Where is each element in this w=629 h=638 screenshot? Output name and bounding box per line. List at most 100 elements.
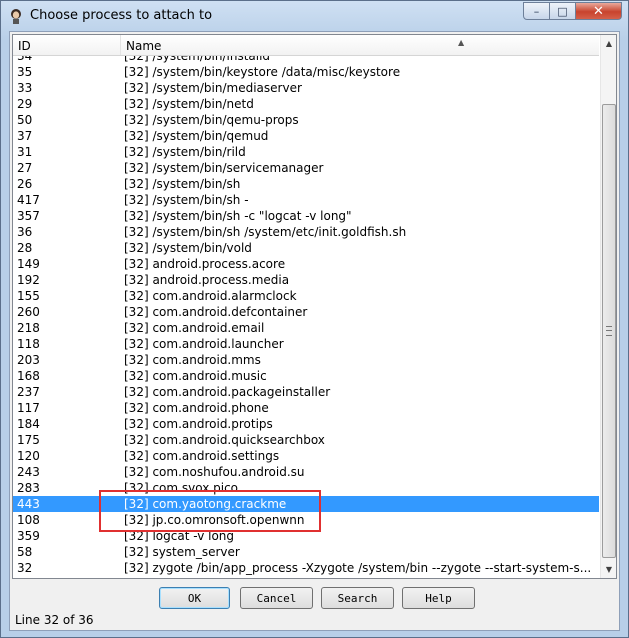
- table-row[interactable]: 243 [32] com.noshufou.android.su: [13, 464, 599, 480]
- row-name: [32] zygote /bin/app_process -Xzygote /s…: [124, 561, 592, 575]
- table-row[interactable]: 359 [32] logcat -v long: [13, 528, 599, 544]
- table-row[interactable]: 27 [32] /system/bin/servicemanager: [13, 160, 599, 176]
- scroll-up-icon[interactable]: ▲: [601, 35, 616, 52]
- row-name: [32] com.android.packageinstaller: [124, 385, 331, 399]
- row-id: 35: [17, 65, 33, 79]
- table-row[interactable]: 50 [32] /system/bin/qemu-props: [13, 112, 599, 128]
- row-id: 357: [17, 209, 40, 223]
- table-row[interactable]: 218 [32] com.android.email: [13, 320, 599, 336]
- row-id: 237: [17, 385, 40, 399]
- table-row[interactable]: 37 [32] /system/bin/qemud: [13, 128, 599, 144]
- table-row[interactable]: 35 [32] /system/bin/keystore /data/misc/k…: [13, 64, 599, 80]
- table-row[interactable]: 192 [32] android.process.media: [13, 272, 599, 288]
- row-id: 168: [17, 369, 40, 383]
- row-name: [32] com.noshufou.android.su: [124, 465, 305, 479]
- row-id: 58: [17, 545, 33, 559]
- row-name: [32] com.android.alarmclock: [124, 289, 297, 303]
- minimize-button[interactable]: –: [523, 2, 550, 20]
- row-name: [32] system_server: [124, 545, 240, 559]
- row-name: [32] /system/bin/installd: [124, 56, 271, 63]
- row-id: 155: [17, 289, 40, 303]
- column-header-id[interactable]: ID: [13, 35, 121, 55]
- column-header-name-label: Name: [126, 39, 162, 53]
- cancel-button[interactable]: Cancel: [240, 587, 313, 609]
- row-name: [32] android.process.acore: [124, 257, 286, 271]
- row-id: 31: [17, 145, 33, 159]
- attach-process-dialog: Choose process to attach to – □ ✕ ID Nam…: [0, 0, 629, 638]
- row-name: [32] com.android.defcontainer: [124, 305, 308, 319]
- row-id: 118: [17, 337, 40, 351]
- table-row[interactable]: 117 [32] com.android.phone: [13, 400, 599, 416]
- table-row[interactable]: 417 [32] /system/bin/sh -: [13, 192, 599, 208]
- row-id: 443: [17, 497, 40, 511]
- table-row[interactable]: 36 [32] /system/bin/sh /system/etc/init.g…: [13, 224, 599, 240]
- row-id: 36: [17, 225, 33, 239]
- row-name: [32] /system/bin/sh /system/etc/init.gol…: [124, 225, 407, 239]
- table-row[interactable]: 33 [32] /system/bin/mediaserver: [13, 80, 599, 96]
- row-id: 29: [17, 97, 33, 111]
- row-name: [32] com.android.quicksearchbox: [124, 433, 325, 447]
- table-row[interactable]: 203 [32] com.android.mms: [13, 352, 599, 368]
- table-row[interactable]: 108 [32] jp.co.omronsoft.openwnn: [13, 512, 599, 528]
- row-name: [32] /system/bin/sh -: [124, 193, 249, 207]
- row-id: 184: [17, 417, 40, 431]
- ok-button[interactable]: OK: [159, 587, 230, 609]
- row-id: 117: [17, 401, 40, 415]
- table-row[interactable]: 28 [32] /system/bin/vold: [13, 240, 599, 256]
- row-name: [32] com.android.settings: [124, 449, 280, 463]
- row-id: 26: [17, 177, 33, 191]
- table-row[interactable]: 118 [32] com.android.launcher: [13, 336, 599, 352]
- scroll-down-icon[interactable]: ▼: [601, 561, 616, 578]
- table-row[interactable]: 120 [32] com.android.settings: [13, 448, 599, 464]
- grip-icon: [606, 326, 612, 336]
- table-row[interactable]: 31 [32] /system/bin/rild: [13, 144, 599, 160]
- list-header: ID Name ▲: [13, 35, 599, 56]
- row-id: 283: [17, 481, 40, 495]
- table-row[interactable]: 26 [32] /system/bin/sh: [13, 176, 599, 192]
- help-button[interactable]: Help: [402, 587, 475, 609]
- table-row[interactable]: 29 [32] /system/bin/netd: [13, 96, 599, 112]
- table-row[interactable]: 357 [32] /system/bin/sh -c "logcat -v lon…: [13, 208, 599, 224]
- row-id: 27: [17, 161, 33, 175]
- row-name: [32] com.android.launcher: [124, 337, 284, 351]
- table-row[interactable]: 283 [32] com.svox.pico: [13, 480, 599, 496]
- table-row[interactable]: 155 [32] com.android.alarmclock: [13, 288, 599, 304]
- row-id: 218: [17, 321, 40, 335]
- title-bar[interactable]: Choose process to attach to – □ ✕: [1, 1, 628, 31]
- table-row[interactable]: 34 [32] /system/bin/installd: [13, 56, 599, 64]
- row-id: 149: [17, 257, 40, 271]
- table-row[interactable]: 149 [32] android.process.acore: [13, 256, 599, 272]
- row-id: 33: [17, 81, 33, 95]
- row-name: [32] /system/bin/netd: [124, 97, 254, 111]
- maximize-button[interactable]: □: [550, 2, 576, 20]
- table-row[interactable]: 32 [32] zygote /bin/app_process -Xzygote …: [13, 560, 599, 576]
- table-row[interactable]: 58 [32] system_server: [13, 544, 599, 560]
- row-name: [32] /system/bin/sh -c "logcat -v long": [124, 209, 352, 223]
- close-icon: ✕: [593, 3, 604, 19]
- row-id: 359: [17, 529, 40, 543]
- table-row[interactable]: 175 [32] com.android.quicksearchbox: [13, 432, 599, 448]
- column-header-name[interactable]: Name ▲: [121, 35, 599, 55]
- close-button[interactable]: ✕: [576, 2, 622, 20]
- vertical-scrollbar[interactable]: ▲ ▼: [600, 35, 616, 578]
- table-row[interactable]: 168 [32] com.android.music: [13, 368, 599, 384]
- row-id: 260: [17, 305, 40, 319]
- status-line: Line 32 of 36: [15, 613, 94, 627]
- row-id: 203: [17, 353, 40, 367]
- row-id: 108: [17, 513, 40, 527]
- table-row[interactable]: 260 [32] com.android.defcontainer: [13, 304, 599, 320]
- window-title: Choose process to attach to: [30, 8, 213, 23]
- rows-container: 34 [32] /system/bin/installd 35 [32] /syste…: [13, 56, 599, 576]
- row-name: [32] com.android.protips: [124, 417, 273, 431]
- row-id: 50: [17, 113, 33, 127]
- row-id: 120: [17, 449, 40, 463]
- row-name: [32] com.yaotong.crackme: [124, 497, 287, 511]
- table-row[interactable]: 184 [32] com.android.protips: [13, 416, 599, 432]
- scroll-thumb[interactable]: [602, 104, 616, 558]
- table-row-selected[interactable]: 443 [32] com.yaotong.crackme: [13, 496, 599, 512]
- row-name: [32] com.svox.pico: [124, 481, 239, 495]
- search-button[interactable]: Search: [321, 587, 394, 609]
- process-list[interactable]: ID Name ▲ 34 [32] /system/bin/installd 35 […: [12, 34, 617, 579]
- table-row[interactable]: 237 [32] com.android.packageinstaller: [13, 384, 599, 400]
- row-name: [32] com.android.phone: [124, 401, 269, 415]
